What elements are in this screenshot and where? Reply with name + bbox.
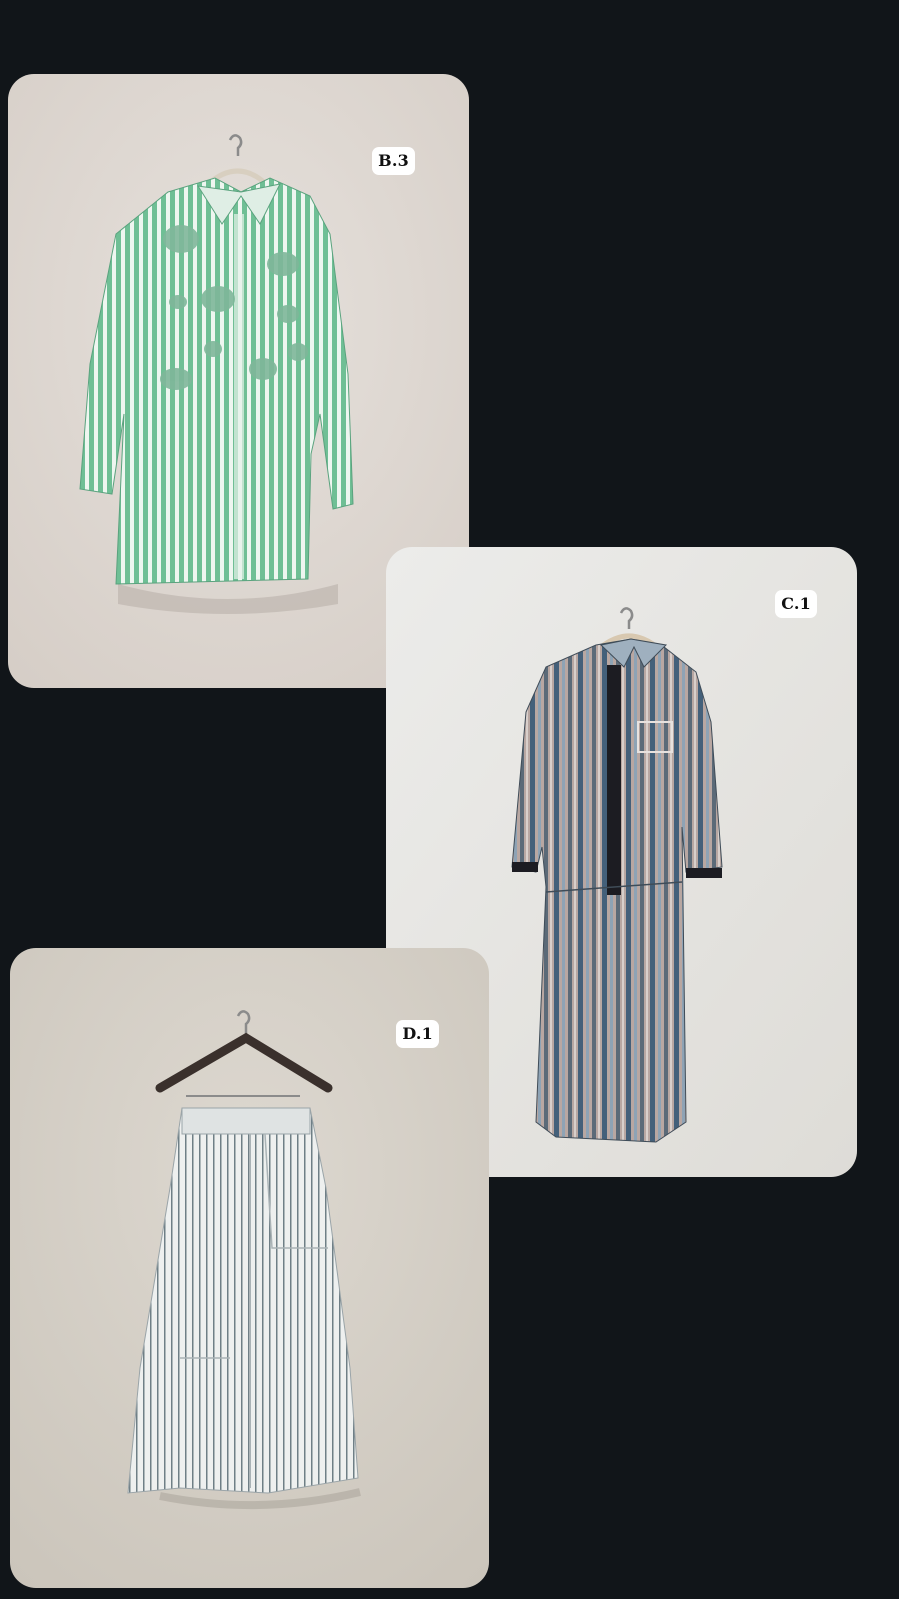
item-label-tag: B.3: [372, 147, 415, 175]
item-label-tag: C.1: [775, 590, 817, 618]
photo-card-d1[interactable]: D.1: [10, 948, 489, 1588]
item-label-tag: D.1: [396, 1020, 439, 1048]
